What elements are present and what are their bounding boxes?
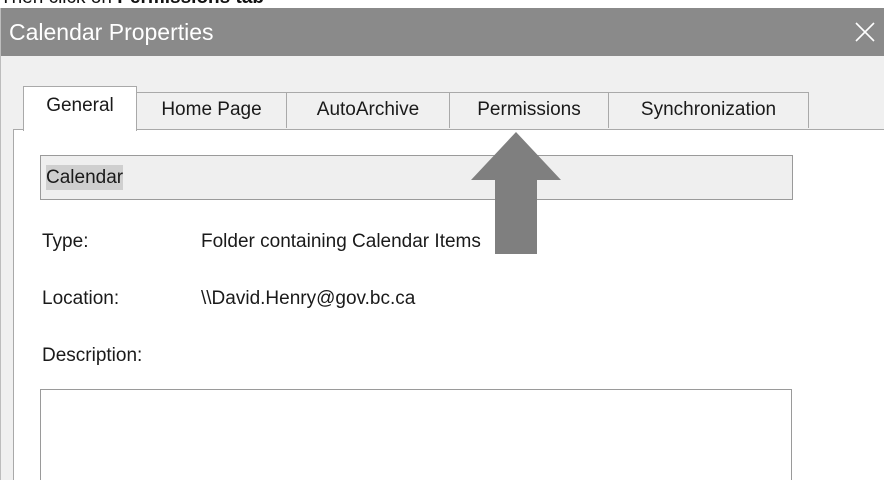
folder-name-field[interactable]: Calendar (40, 155, 793, 200)
tab-general[interactable]: General (23, 86, 137, 131)
description-label: Description: (42, 345, 143, 366)
close-icon (855, 22, 875, 42)
tab-synchronization[interactable]: Synchronization (608, 92, 809, 128)
close-button[interactable] (845, 8, 884, 56)
location-value: \\David.Henry@gov.bc.ca (201, 288, 416, 309)
instruction-prefix: Then click on (0, 0, 117, 8)
calendar-properties-dialog: Calendar Properties General Home Page Au… (0, 8, 884, 480)
tab-permissions[interactable]: Permissions (449, 92, 609, 128)
dialog-titlebar[interactable]: Calendar Properties (1, 8, 884, 56)
location-label: Location: (42, 288, 120, 309)
tab-autoarchive[interactable]: AutoArchive (286, 92, 450, 128)
general-tab-panel: Calendar Type: Folder containing Calenda… (13, 129, 884, 480)
folder-name-value: Calendar (46, 165, 124, 190)
type-label: Type: (42, 231, 89, 252)
type-value: Folder containing Calendar Items (201, 231, 481, 252)
description-textarea[interactable] (40, 389, 792, 480)
instruction-emphasis: Permissions tab (117, 0, 264, 8)
tab-strip: General Home Page AutoArchive Permission… (23, 86, 813, 131)
dialog-title: Calendar Properties (9, 19, 214, 45)
tab-home-page[interactable]: Home Page (136, 92, 287, 128)
instruction-text: Then click on Permissions tab (0, 0, 884, 8)
